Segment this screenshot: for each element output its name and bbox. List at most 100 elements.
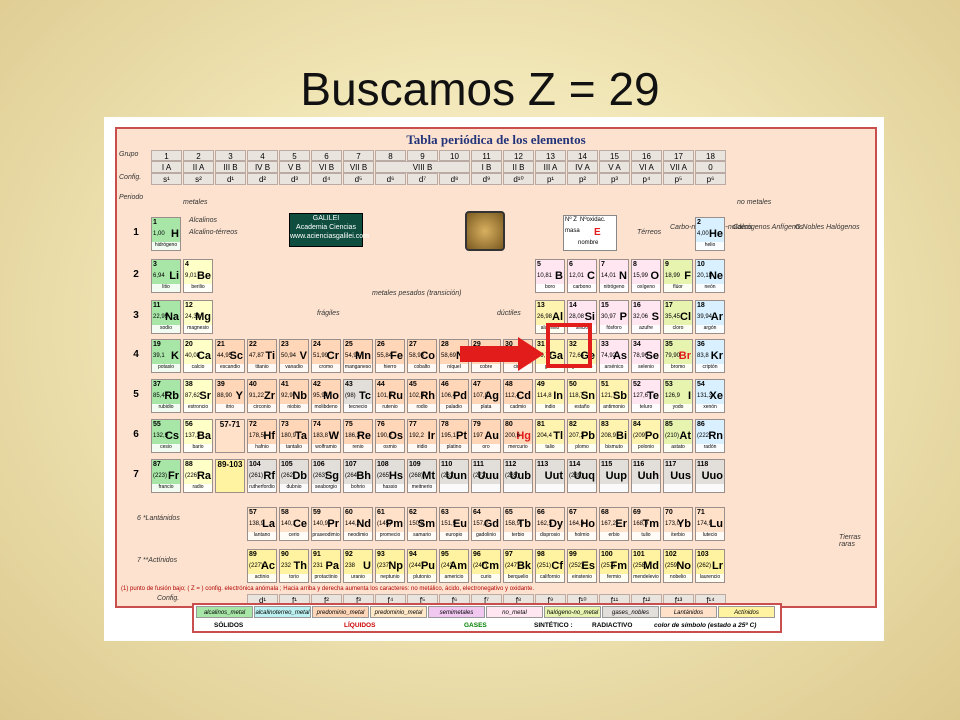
atomic-mass: (227) xyxy=(249,563,264,569)
legend-color_simbolo: color de símbolo (estado a 25º C) xyxy=(654,622,757,629)
element-ag: 47 Ag 107,8 plata xyxy=(471,379,501,413)
element-name: polonio xyxy=(632,444,660,452)
group-roman: VIII B xyxy=(375,161,470,173)
atomic-number: 105 xyxy=(281,461,293,468)
element-name: mercurio xyxy=(504,444,532,452)
atomic-number: 62 xyxy=(409,509,417,516)
atomic-number: 102 xyxy=(665,551,677,558)
atomic-mass: 106,4 xyxy=(441,393,457,399)
actinide-np: 93 Np (237) neptunio xyxy=(375,549,405,583)
lanthanide-ho: 67 Ho 164,9 holmio xyxy=(567,507,597,541)
atomic-mass: 164,9 xyxy=(569,521,585,527)
group-roman: VII A xyxy=(663,161,694,173)
lanthanide-gd: 64 Gd 157,2 gadolinio xyxy=(471,507,501,541)
element-symbol: Pt xyxy=(456,430,467,442)
atomic-mass: (247) xyxy=(505,563,520,569)
galilei-logo: GALILEI Academia Ciencias www.acienciasgal… xyxy=(289,213,369,247)
atomic-number: 89 xyxy=(249,551,257,558)
element-br: 35 Br 79,90 bromo xyxy=(663,339,693,373)
element-name: talio xyxy=(536,444,564,452)
atomic-mass: (222) xyxy=(697,433,712,439)
atomic-mass: 208,9 xyxy=(601,433,617,439)
atomic-number: 57 xyxy=(249,509,257,516)
period-number: 2 xyxy=(133,269,139,280)
element-name: francio xyxy=(152,484,180,492)
element-cl: 17 Cl 35,45 cloro xyxy=(663,300,693,334)
element-uuh: 116 Uuh xyxy=(631,459,661,493)
atomic-number: 94 xyxy=(409,551,417,558)
atomic-mass: (262) xyxy=(697,563,712,569)
group-number: 9 xyxy=(407,150,438,161)
atomic-mass: 14,01 xyxy=(601,273,617,279)
atomic-number: 48 xyxy=(505,381,513,388)
element-symbol: Ac xyxy=(260,560,275,572)
atomic-mass: 238 xyxy=(345,563,356,569)
element-name: meitnerio xyxy=(408,484,436,492)
atomic-mass: (209) xyxy=(633,433,648,439)
atomic-number: 71 xyxy=(697,509,705,516)
atomic-mass: 85,47 xyxy=(153,393,169,399)
element-uun: 110 Uun (281) xyxy=(439,459,469,493)
atomic-mass: 35,45 xyxy=(665,314,681,320)
label-halogenos: G.Nobles Halógenos xyxy=(795,224,860,231)
element-symbol: Ta xyxy=(294,430,307,442)
element-symbol: Cr xyxy=(326,350,339,362)
element-symbol: Be xyxy=(196,270,211,282)
group-number: 11 xyxy=(471,150,502,161)
group-number: 15 xyxy=(599,150,630,161)
atomic-number: 85 xyxy=(665,421,673,428)
element-ru: 44 Ru 101,0 rutenio xyxy=(375,379,405,413)
element-name: indio xyxy=(536,404,564,412)
label-metales: metales xyxy=(183,199,208,206)
label-ductiles: dúctiles xyxy=(497,310,521,317)
element-symbol: Ir xyxy=(427,430,435,442)
element-uuo: 118 Uuo xyxy=(695,459,725,493)
atomic-mass: 232 xyxy=(281,563,292,569)
element-symbol: Sr xyxy=(199,390,211,402)
element-pb: 82 Pb 207,2 plomo xyxy=(567,419,597,453)
element-w: 74 W 183,8 wolframio xyxy=(311,419,341,453)
element-symbol: S xyxy=(651,311,659,323)
row-label-grupo: Grupo xyxy=(119,151,139,158)
element-name: curio xyxy=(472,574,500,582)
element-symbol: Hf xyxy=(263,430,275,442)
group-roman: V B xyxy=(279,161,310,173)
lanthanide-yb: 70 Yb 173,0 iterbio xyxy=(663,507,693,541)
element-k: 19 K 39,1 potasio xyxy=(151,339,181,373)
element-symbol: Te xyxy=(646,390,659,402)
atomic-number: 10 xyxy=(697,261,705,268)
atomic-number: 74 xyxy=(313,421,321,428)
legend-item: no_metal xyxy=(486,606,543,618)
config-header: p⁵ xyxy=(663,173,694,185)
element-rf: 104 Rf (261) rutherfordio xyxy=(247,459,277,493)
atomic-mass: 40,08 xyxy=(185,353,201,359)
atomic-mass: (251) xyxy=(537,563,552,569)
element-name: californio xyxy=(536,574,564,582)
element-name: carbono xyxy=(568,284,596,292)
element-mo: 42 Mo 95,94 molibdeno xyxy=(311,379,341,413)
element-symbol: Rf xyxy=(263,470,275,482)
atomic-number: 35 xyxy=(665,341,673,348)
group-roman: I A xyxy=(151,161,182,173)
element-name: uranio xyxy=(344,574,372,582)
element-name xyxy=(664,484,692,492)
atomic-mass: 173,0 xyxy=(665,521,681,527)
config-header: p⁶ xyxy=(695,173,726,185)
atomic-mass: (237) xyxy=(377,563,392,569)
element-symbol: Bi xyxy=(616,430,627,442)
element-name: estaño xyxy=(568,404,596,412)
atomic-mass: 44,95 xyxy=(217,353,233,359)
config-header: p⁴ xyxy=(631,173,662,185)
row-label-config: Config. xyxy=(119,174,142,181)
element-ca: 20 Ca 40,08 calcio xyxy=(183,339,213,373)
atomic-mass: 39,1 xyxy=(153,353,165,359)
element-name: bismuto xyxy=(600,444,628,452)
element-se: 34 Se 78,96 selenio xyxy=(631,339,661,373)
medal-icon xyxy=(465,211,505,251)
element-name: teluro xyxy=(632,404,660,412)
row-label-periodo: Periodo xyxy=(119,194,144,201)
atomic-mass: 157,2 xyxy=(473,521,489,527)
atomic-number: 65 xyxy=(505,509,513,516)
element-symbol: Fe xyxy=(390,350,403,362)
atomic-mass: (145) xyxy=(377,521,392,527)
